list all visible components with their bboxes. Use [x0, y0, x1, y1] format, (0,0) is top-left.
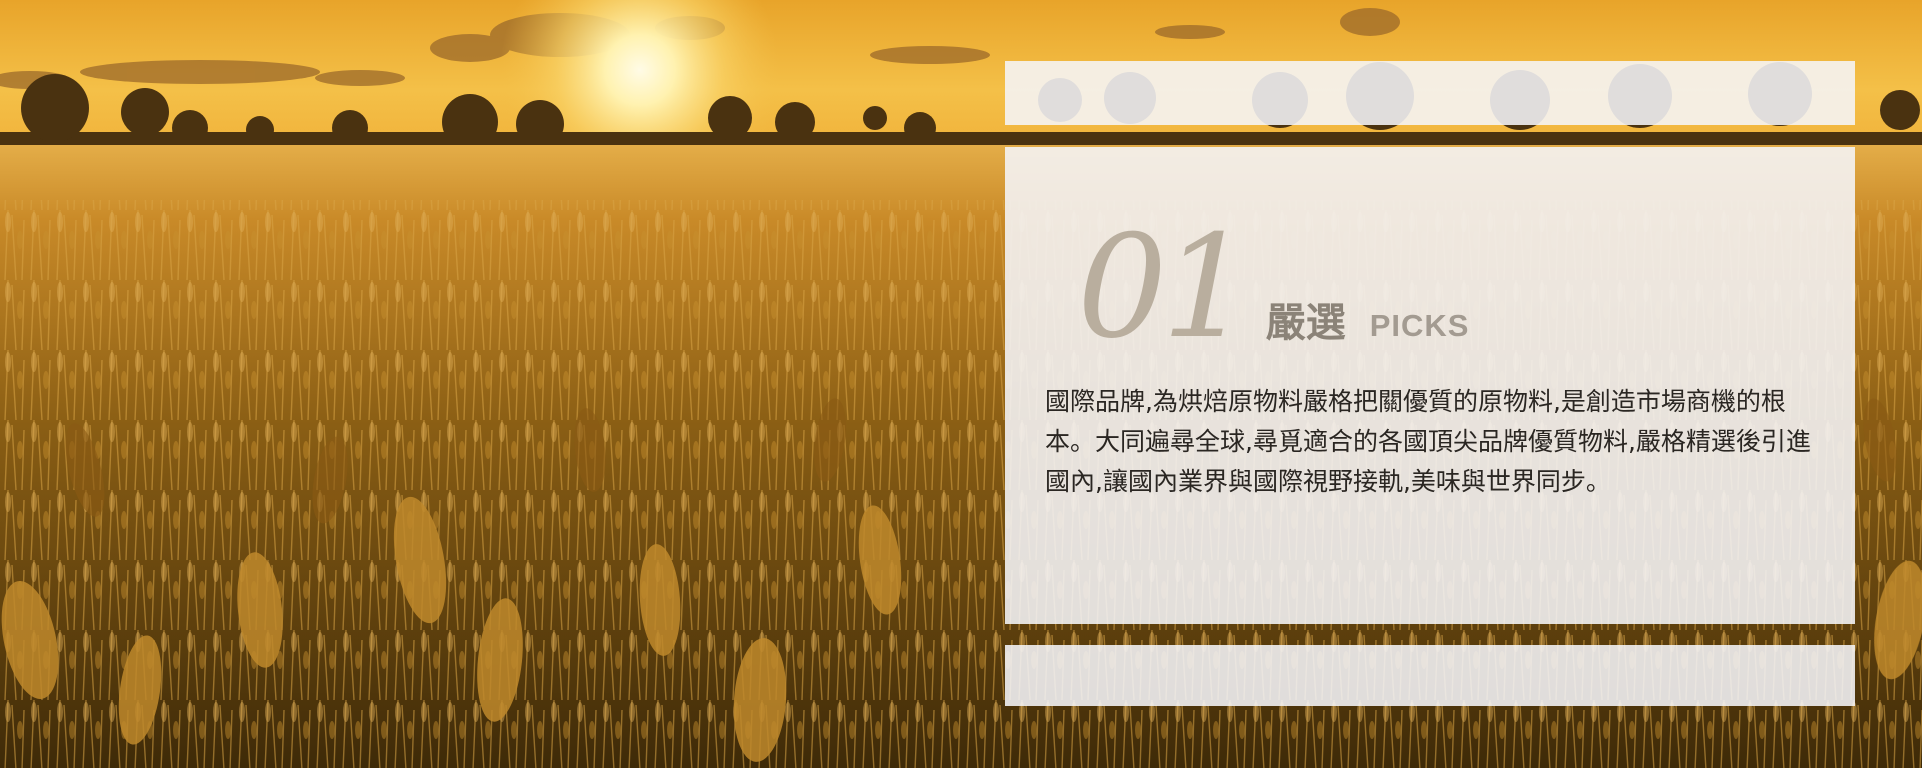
content-panel: 01 嚴選 PICKS 國際品牌,為烘焙原物料嚴格把關優質的原物料,是創造市場商… [1005, 147, 1855, 624]
section-heading: 01 嚴選 PICKS [1077, 217, 1469, 359]
panel-strip-top [1005, 61, 1855, 125]
hero-banner: 01 嚴選 PICKS 國際品牌,為烘焙原物料嚴格把關優質的原物料,是創造市場商… [0, 0, 1922, 768]
section-title-english: PICKS [1369, 308, 1470, 343]
section-number: 01 [1077, 205, 1252, 370]
section-title-chinese: 嚴選 [1265, 300, 1346, 346]
panel-strip-bottom [1005, 645, 1855, 706]
section-description: 國際品牌,為烘焙原物料嚴格把關優質的原物料,是創造市場商機的根本。大同遍尋全球,… [1045, 387, 1811, 496]
